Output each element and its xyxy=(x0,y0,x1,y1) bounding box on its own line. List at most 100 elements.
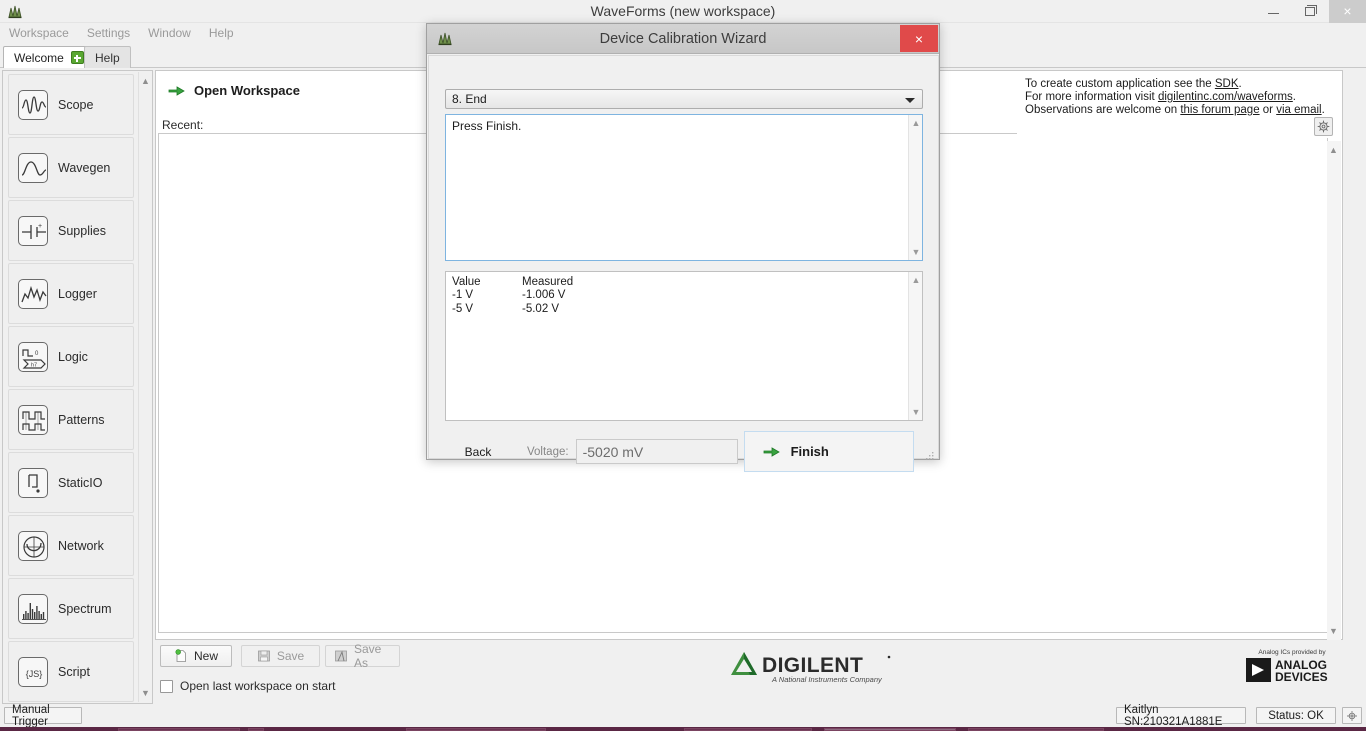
menu-item-help[interactable]: Help xyxy=(200,23,243,44)
menu-item-window[interactable]: Window xyxy=(139,23,200,44)
sidebar-item-script-label: Script xyxy=(58,664,90,679)
dialog-footer: Back Voltage: -5020 mV Finish xyxy=(445,429,923,474)
scroll-down-icon[interactable]: ▼ xyxy=(139,686,152,700)
save-button[interactable]: Save xyxy=(241,645,320,667)
sidebar-item-logger-label: Logger xyxy=(58,286,97,301)
tab-welcome[interactable]: Welcome xyxy=(3,46,95,68)
workspace-scrollbar[interactable]: ▲ ▼ xyxy=(1327,141,1341,640)
close-button[interactable]: × xyxy=(1329,0,1366,23)
sidebar-item-scope[interactable]: Scope xyxy=(8,74,134,135)
svg-text:{JS}: {JS} xyxy=(26,669,43,679)
sidebar-item-scope-label: Scope xyxy=(58,97,94,112)
instructions-scrollbar[interactable]: ▲ ▼ xyxy=(908,115,922,260)
sidebar-item-patterns[interactable]: Patterns xyxy=(8,389,134,450)
menu-item-settings[interactable]: Settings xyxy=(78,23,139,44)
resize-grip[interactable] xyxy=(926,447,934,460)
staticio-icon xyxy=(18,467,48,498)
info-line-2-text: For more information visit xyxy=(1025,91,1158,103)
gear-icon[interactable] xyxy=(1314,117,1333,136)
result-value: -5 V xyxy=(452,302,474,315)
open-workspace-label: Open Workspace xyxy=(194,83,300,98)
new-button-label: New xyxy=(193,649,218,663)
open-last-workspace-label: Open last workspace on start xyxy=(180,679,336,693)
sidebar-item-logic-label: Logic xyxy=(58,349,88,364)
result-value: -1 V xyxy=(452,289,474,302)
sidebar-item-supplies[interactable]: + Supplies xyxy=(8,200,134,261)
scroll-down-icon[interactable]: ▼ xyxy=(909,405,923,419)
recent-label: Recent: xyxy=(162,118,204,132)
scroll-up-icon[interactable]: ▲ xyxy=(909,116,923,130)
sidebar-item-supplies-label: Supplies xyxy=(58,223,106,238)
sidebar-item-spectrum-label: Spectrum xyxy=(58,601,112,616)
calibration-step-select[interactable]: 8. End xyxy=(445,89,923,109)
svg-text:+: + xyxy=(38,223,42,230)
sidebar-scrollbar[interactable]: ▲ ▼ xyxy=(138,72,151,702)
close-icon: × xyxy=(1343,3,1352,19)
manual-trigger-button[interactable]: Manual Trigger xyxy=(4,704,82,728)
measurement-results-list[interactable]: Value Measured -1 V -1.006 V -5 V -5.02 … xyxy=(445,271,923,421)
save-disk-icon xyxy=(257,649,271,663)
menu-item-workspace[interactable]: Workspace xyxy=(0,23,78,44)
sidebar-item-wavegen[interactable]: Wavegen xyxy=(8,137,134,198)
info-line-1: To create custom application see the SDK… xyxy=(1025,78,1331,91)
results-scrollbar[interactable]: ▲ ▼ xyxy=(908,272,922,420)
patterns-icon xyxy=(18,404,48,435)
maximize-button[interactable] xyxy=(1292,0,1329,23)
info-line-3: Observations are welcome on this forum p… xyxy=(1025,104,1331,117)
network-icon xyxy=(18,530,48,561)
green-arrow-icon xyxy=(168,84,185,98)
sidebar-item-logger[interactable]: Logger xyxy=(8,263,134,324)
sidebar-item-staticio-label: StaticIO xyxy=(58,475,103,490)
info-line-3-text: Observations are welcome on xyxy=(1025,104,1181,116)
new-button[interactable]: New xyxy=(160,645,232,667)
info-line-2-end: . xyxy=(1292,91,1296,103)
sidebar-item-spectrum[interactable]: Spectrum xyxy=(8,578,134,639)
save-as-button[interactable]: Save As xyxy=(325,642,400,670)
email-link[interactable]: via email xyxy=(1276,104,1321,116)
instructions-textarea[interactable]: Press Finish. ▲ ▼ xyxy=(445,114,923,261)
tab-welcome-label: Welcome xyxy=(14,50,64,65)
digilent-wordmark: DIGILENT xyxy=(762,654,863,677)
results-header-measured: Measured xyxy=(522,276,574,288)
scroll-up-icon[interactable]: ▲ xyxy=(1327,143,1340,157)
add-tab-icon[interactable] xyxy=(70,51,84,64)
open-last-workspace-row[interactable]: Open last workspace on start xyxy=(160,679,335,693)
minimize-button[interactable] xyxy=(1255,0,1292,23)
sidebar-item-script[interactable]: {JS} Script xyxy=(8,641,134,702)
device-status-badge[interactable]: Kaitlyn SN:210321A1881E xyxy=(1116,704,1246,728)
scroll-up-icon[interactable]: ▲ xyxy=(909,273,923,287)
window-titlebar: WaveForms (new workspace) × xyxy=(0,0,1366,23)
spectrum-icon xyxy=(18,593,48,624)
logic-icon: 0 h7 xyxy=(18,341,48,372)
script-icon: {JS} xyxy=(18,656,48,687)
waveforms-site-link[interactable]: digilentinc.com/waveforms xyxy=(1158,91,1293,103)
scroll-down-icon[interactable]: ▼ xyxy=(909,245,923,259)
table-row: -5 V -5.02 V xyxy=(452,303,916,316)
dialog-close-button[interactable]: × xyxy=(900,25,938,52)
supplies-icon: + xyxy=(18,215,48,246)
open-workspace-button[interactable]: Open Workspace xyxy=(168,83,300,98)
tab-help[interactable]: Help xyxy=(84,46,131,68)
sidebar-item-logic[interactable]: 0 h7 Logic xyxy=(8,326,134,387)
dialog-titlebar: Device Calibration Wizard × xyxy=(427,24,939,54)
info-line-1-text: To create custom application see the xyxy=(1025,78,1215,90)
status-badge[interactable]: Status: OK xyxy=(1256,707,1336,724)
save-as-icon xyxy=(334,649,348,663)
voltage-label: Voltage: xyxy=(527,445,569,458)
forum-link[interactable]: this forum page xyxy=(1180,104,1259,116)
info-line-2: For more information visit digilentinc.c… xyxy=(1025,91,1331,104)
window-title: WaveForms (new workspace) xyxy=(590,3,776,19)
scroll-up-icon[interactable]: ▲ xyxy=(139,74,152,88)
voltage-input[interactable]: -5020 mV xyxy=(575,439,738,464)
sidebar-item-network[interactable]: Network xyxy=(8,515,134,576)
sdk-link[interactable]: SDK xyxy=(1215,78,1239,90)
sidebar-item-staticio[interactable]: StaticIO xyxy=(8,452,134,513)
os-taskbar xyxy=(0,727,1366,731)
instructions-text: Press Finish. xyxy=(452,119,522,133)
settings-gear-button[interactable] xyxy=(1342,707,1362,724)
scroll-down-icon[interactable]: ▼ xyxy=(1327,624,1340,638)
sidebar-item-wavegen-label: Wavegen xyxy=(58,160,111,175)
open-last-workspace-checkbox[interactable] xyxy=(160,679,173,693)
back-button[interactable]: Back xyxy=(445,441,511,463)
finish-button[interactable]: Finish xyxy=(743,431,914,472)
